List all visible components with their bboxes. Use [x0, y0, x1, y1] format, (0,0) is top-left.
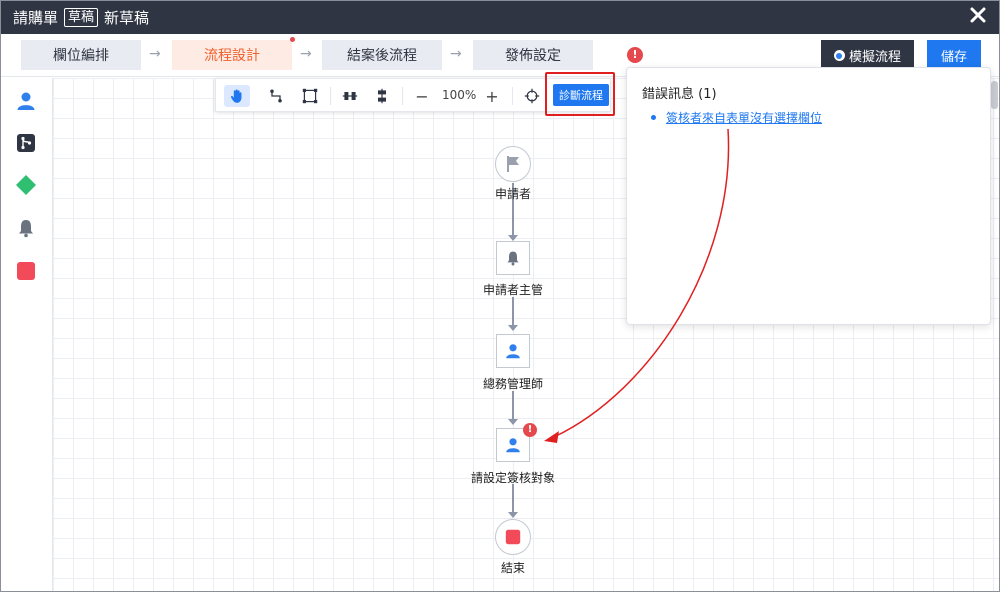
align-horizontal-button[interactable] [340, 85, 360, 107]
connector-tool-button[interactable] [266, 85, 286, 107]
branch-icon[interactable] [15, 132, 37, 154]
flow-node-manager[interactable] [496, 241, 530, 275]
step-label: 欄位編排 [53, 48, 109, 64]
form-name: 請購單 [13, 9, 59, 27]
error-alert-icon[interactable]: ! [627, 47, 643, 63]
connector-icon [270, 89, 282, 103]
step-arrow-icon: → [149, 46, 161, 62]
align-vertical-button[interactable] [372, 85, 392, 107]
align-horizontal-icon [342, 92, 358, 100]
flag-icon [507, 156, 519, 172]
error-link[interactable]: 簽核者來自表單沒有選擇欄位 [666, 109, 822, 126]
list-bullet [651, 115, 656, 120]
select-area-icon [302, 88, 318, 104]
title-bar: 請購單 草稿 新草稿 [1, 1, 999, 34]
connector-line [512, 297, 514, 325]
zoom-out-button[interactable]: − [414, 85, 430, 107]
hand-tool-button[interactable] [224, 85, 250, 107]
flow-node-admin[interactable] [496, 334, 530, 368]
diamond-icon[interactable] [15, 174, 37, 196]
select-area-button[interactable] [300, 85, 320, 107]
node-label: 申請者 [494, 187, 531, 201]
error-panel: 錯誤訊息 (1) 簽核者來自表單沒有選擇欄位 [626, 67, 991, 325]
step-field-layout[interactable]: 欄位編排 [21, 40, 141, 70]
step-arrow-icon: → [300, 46, 312, 62]
step-post-close-flow[interactable]: 結案後流程 [322, 40, 442, 70]
bell-icon[interactable] [15, 217, 37, 239]
close-icon[interactable] [969, 6, 987, 24]
zoom-in-button[interactable]: + [484, 85, 500, 107]
unsaved-dot [290, 37, 295, 42]
draft-badge: 草稿 [64, 8, 99, 27]
person-icon [506, 344, 520, 359]
locate-button[interactable] [522, 85, 542, 107]
crosshair-icon [524, 88, 540, 104]
step-label: 結案後流程 [347, 48, 417, 64]
person-icon [506, 438, 520, 453]
stop-icon [505, 529, 521, 545]
vertical-scrollbar[interactable] [991, 81, 998, 109]
flow-node-start[interactable] [495, 146, 531, 182]
bell-icon [507, 251, 519, 266]
step-flow-design[interactable]: 流程設計 [172, 37, 295, 70]
warning-icon: ! [523, 423, 537, 437]
hand-icon [230, 89, 242, 103]
align-vertical-icon [378, 88, 386, 104]
radio-icon [833, 50, 845, 61]
simulate-label: 模擬流程 [848, 50, 901, 65]
node-label: 結束 [500, 561, 525, 575]
toolbar-divider [330, 87, 331, 105]
error-panel-title: 錯誤訊息 (1) [642, 87, 717, 102]
node-label: 申請者主管 [482, 283, 543, 297]
person-icon[interactable] [15, 90, 37, 112]
connector-line [512, 484, 514, 512]
step-publish-settings[interactable]: 發佈設定 [473, 40, 593, 70]
node-label: 總務管理師 [482, 377, 543, 391]
step-label: 流程設計 [204, 48, 260, 64]
connector-line [512, 391, 514, 419]
zoom-level: 100% [442, 88, 477, 102]
node-toolbox [1, 78, 53, 591]
step-arrow-icon: → [450, 46, 462, 62]
toolbar-divider [512, 87, 513, 105]
app-window: 請購單 草稿 新草稿 欄位編排 → 流程設計 → 結案後流程 → 發佈設定 ! … [0, 0, 1000, 592]
toolbar-divider [402, 87, 403, 105]
canvas-toolbar: − 100% + 診斷流程 [215, 78, 611, 112]
step-label: 發佈設定 [505, 48, 561, 64]
stop-icon[interactable] [15, 260, 37, 282]
draft-name: 新草稿 [104, 9, 150, 27]
diagnose-flow-button[interactable]: 診斷流程 [553, 84, 609, 106]
node-label: 請設定簽核對象 [470, 471, 555, 485]
flow-node-end[interactable] [495, 519, 531, 555]
